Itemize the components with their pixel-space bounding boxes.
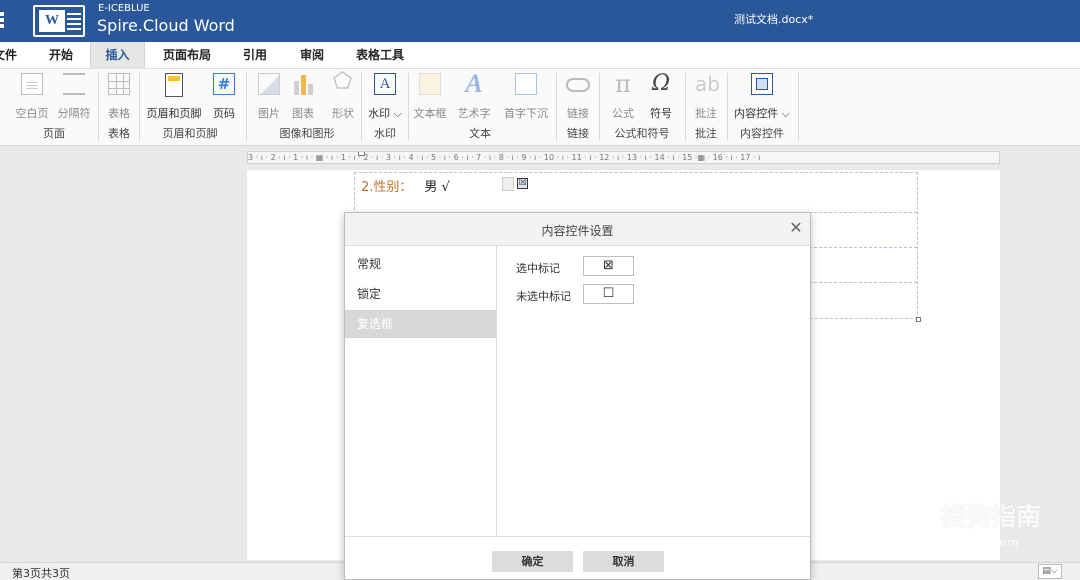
checkbox-control[interactable]: ☒ (517, 178, 528, 189)
document-title: 测试文档.docx* (734, 13, 814, 26)
chart-button[interactable]: 图表 (288, 69, 318, 127)
dialog-header: 内容控件设置 ✕ (345, 213, 810, 246)
sidebar-item-lock[interactable]: 锁定 (345, 280, 496, 308)
content-control-button[interactable]: 内容控件 ⌵ (731, 69, 793, 127)
dialog-sidebar: 常规 锁定 复选框 (345, 246, 497, 536)
group-link-label: 链接 (567, 127, 589, 140)
page-number-icon: # (213, 73, 235, 95)
table-button[interactable]: 表格 (102, 69, 136, 127)
picture-icon (258, 73, 280, 95)
ruler-scale: 3 · ı · 2 · ı · 1 · ı · ▦ · ı · 1 · ı · … (248, 153, 761, 162)
cancel-button[interactable]: 取消 (583, 551, 664, 572)
tab-references[interactable]: 引用 (235, 42, 275, 69)
ribbon-toolbar: 空白页 分隔符 页面 表格 表格 页眉和页脚 # 页码 页眉和页脚 图片 图表 … (0, 69, 1080, 146)
sidebar-item-checkbox[interactable]: 复选框 (345, 310, 496, 338)
blank-page-icon (21, 73, 43, 95)
group-text-label: 文本 (469, 127, 491, 140)
ribbon-tabs: 文件 开始 插入 页面布局 引用 审阅 表格工具 (0, 42, 1080, 69)
symbol-button[interactable]: Ω 符号 (645, 69, 677, 127)
dropcap-button[interactable]: 首字下沉 (500, 69, 552, 127)
chart-icon (292, 73, 314, 95)
watermark-url: zhinan.sogou.com (903, 536, 1020, 549)
watermark-icon: A (374, 73, 396, 95)
pi-icon: π (615, 70, 631, 98)
formula-button[interactable]: π 公式 (607, 69, 639, 127)
horizontal-ruler[interactable]: 3 · ı · 2 · ı · 1 · ı · ▦ · ı · 1 · ı · … (247, 151, 1000, 164)
watermark-text: 搜狗指南 (941, 502, 1042, 531)
gender-label: 2.性别： (361, 180, 413, 195)
tab-page-layout[interactable]: 页面布局 (158, 42, 216, 69)
tab-review[interactable]: 审阅 (292, 42, 332, 69)
sogou-logo-icon: S (903, 497, 937, 531)
word-logo-icon: W (33, 5, 85, 37)
group-table-label: 表格 (108, 127, 130, 140)
group-image-shape-label: 图像和图形 (279, 127, 335, 140)
group-header-footer-label: 页眉和页脚 (162, 127, 218, 140)
blank-page-button[interactable]: 空白页 (12, 69, 52, 127)
checked-symbol-field[interactable]: ⊠ (583, 256, 634, 276)
textbox-icon (419, 73, 441, 95)
shape-button[interactable]: 形状 (328, 69, 358, 127)
omega-icon: Ω (651, 71, 671, 96)
link-button[interactable]: 链接 (562, 69, 594, 127)
content-control-settings-dialog: 内容控件设置 ✕ 常规 锁定 复选框 选中标记 ⊠ 未选中标记 ☐ 确定 取消 (344, 212, 811, 580)
pentagon-icon (333, 69, 353, 94)
gender-value: 男 √ (424, 180, 450, 195)
page-break-icon (63, 73, 85, 95)
tab-table-tools[interactable]: 表格工具 (350, 42, 410, 69)
title-bar: W E-ICEBLUE Spire.Cloud Word 测试文档.docx* (0, 0, 1080, 42)
group-watermark-label: 水印 (374, 127, 396, 140)
gender-field: 2.性别： 男 √ (361, 176, 450, 195)
unchecked-symbol-field[interactable]: ☐ (583, 284, 634, 304)
link-icon (566, 78, 590, 92)
group-content-control-label: 内容控件 (740, 127, 784, 140)
page-number-button[interactable]: # 页码 (208, 69, 240, 127)
menu-icon[interactable] (0, 12, 4, 28)
page-count: 第3页共3页 (12, 567, 70, 580)
wordart-icon: A (465, 69, 483, 98)
group-comment-label: 批注 (695, 127, 717, 140)
dropcap-icon (515, 73, 537, 95)
tab-file[interactable]: 文件 (0, 42, 18, 69)
textbox-button[interactable]: 文本框 (410, 69, 450, 127)
comment-icon: ab (695, 72, 720, 96)
dialog-footer: 确定 取消 (345, 536, 810, 579)
dialog-body: 选中标记 ⊠ 未选中标记 ☐ (498, 246, 810, 536)
brand-name: Spire.Cloud Word (97, 16, 235, 35)
picture-button[interactable]: 图片 (254, 69, 284, 127)
group-formula-symbol-label: 公式和符号 (614, 127, 670, 140)
group-page-label: 页面 (43, 127, 65, 140)
tab-insert[interactable]: 插入 (90, 42, 145, 69)
ruler-indent-marker[interactable] (358, 152, 365, 156)
wordart-button[interactable]: A 艺术字 (454, 69, 494, 127)
table-resize-handle[interactable] (916, 317, 921, 322)
header-footer-icon (165, 73, 183, 97)
view-mode-button[interactable]: ▤⌵ (1038, 564, 1062, 579)
ok-button[interactable]: 确定 (492, 551, 573, 572)
close-icon[interactable]: ✕ (787, 218, 805, 238)
header-footer-button[interactable]: 页眉和页脚 (143, 69, 205, 127)
brand-company: E-ICEBLUE (98, 3, 150, 14)
checked-symbol-label: 选中标记 (516, 262, 560, 275)
logo-letter: W (39, 10, 65, 32)
sogou-watermark: S 搜狗指南 zhinan.sogou.com (903, 495, 1063, 555)
comment-button[interactable]: ab 批注 (690, 69, 722, 127)
content-control-handle[interactable] (502, 177, 514, 191)
tab-home[interactable]: 开始 (40, 42, 82, 69)
page-break-button[interactable]: 分隔符 (54, 69, 94, 127)
watermark-button[interactable]: A 水印 ⌵ (364, 69, 406, 127)
unchecked-symbol-label: 未选中标记 (516, 290, 571, 303)
table-icon (108, 73, 130, 95)
content-control-icon (751, 73, 773, 95)
dialog-title: 内容控件设置 (541, 224, 614, 238)
sidebar-item-general[interactable]: 常规 (345, 250, 496, 278)
